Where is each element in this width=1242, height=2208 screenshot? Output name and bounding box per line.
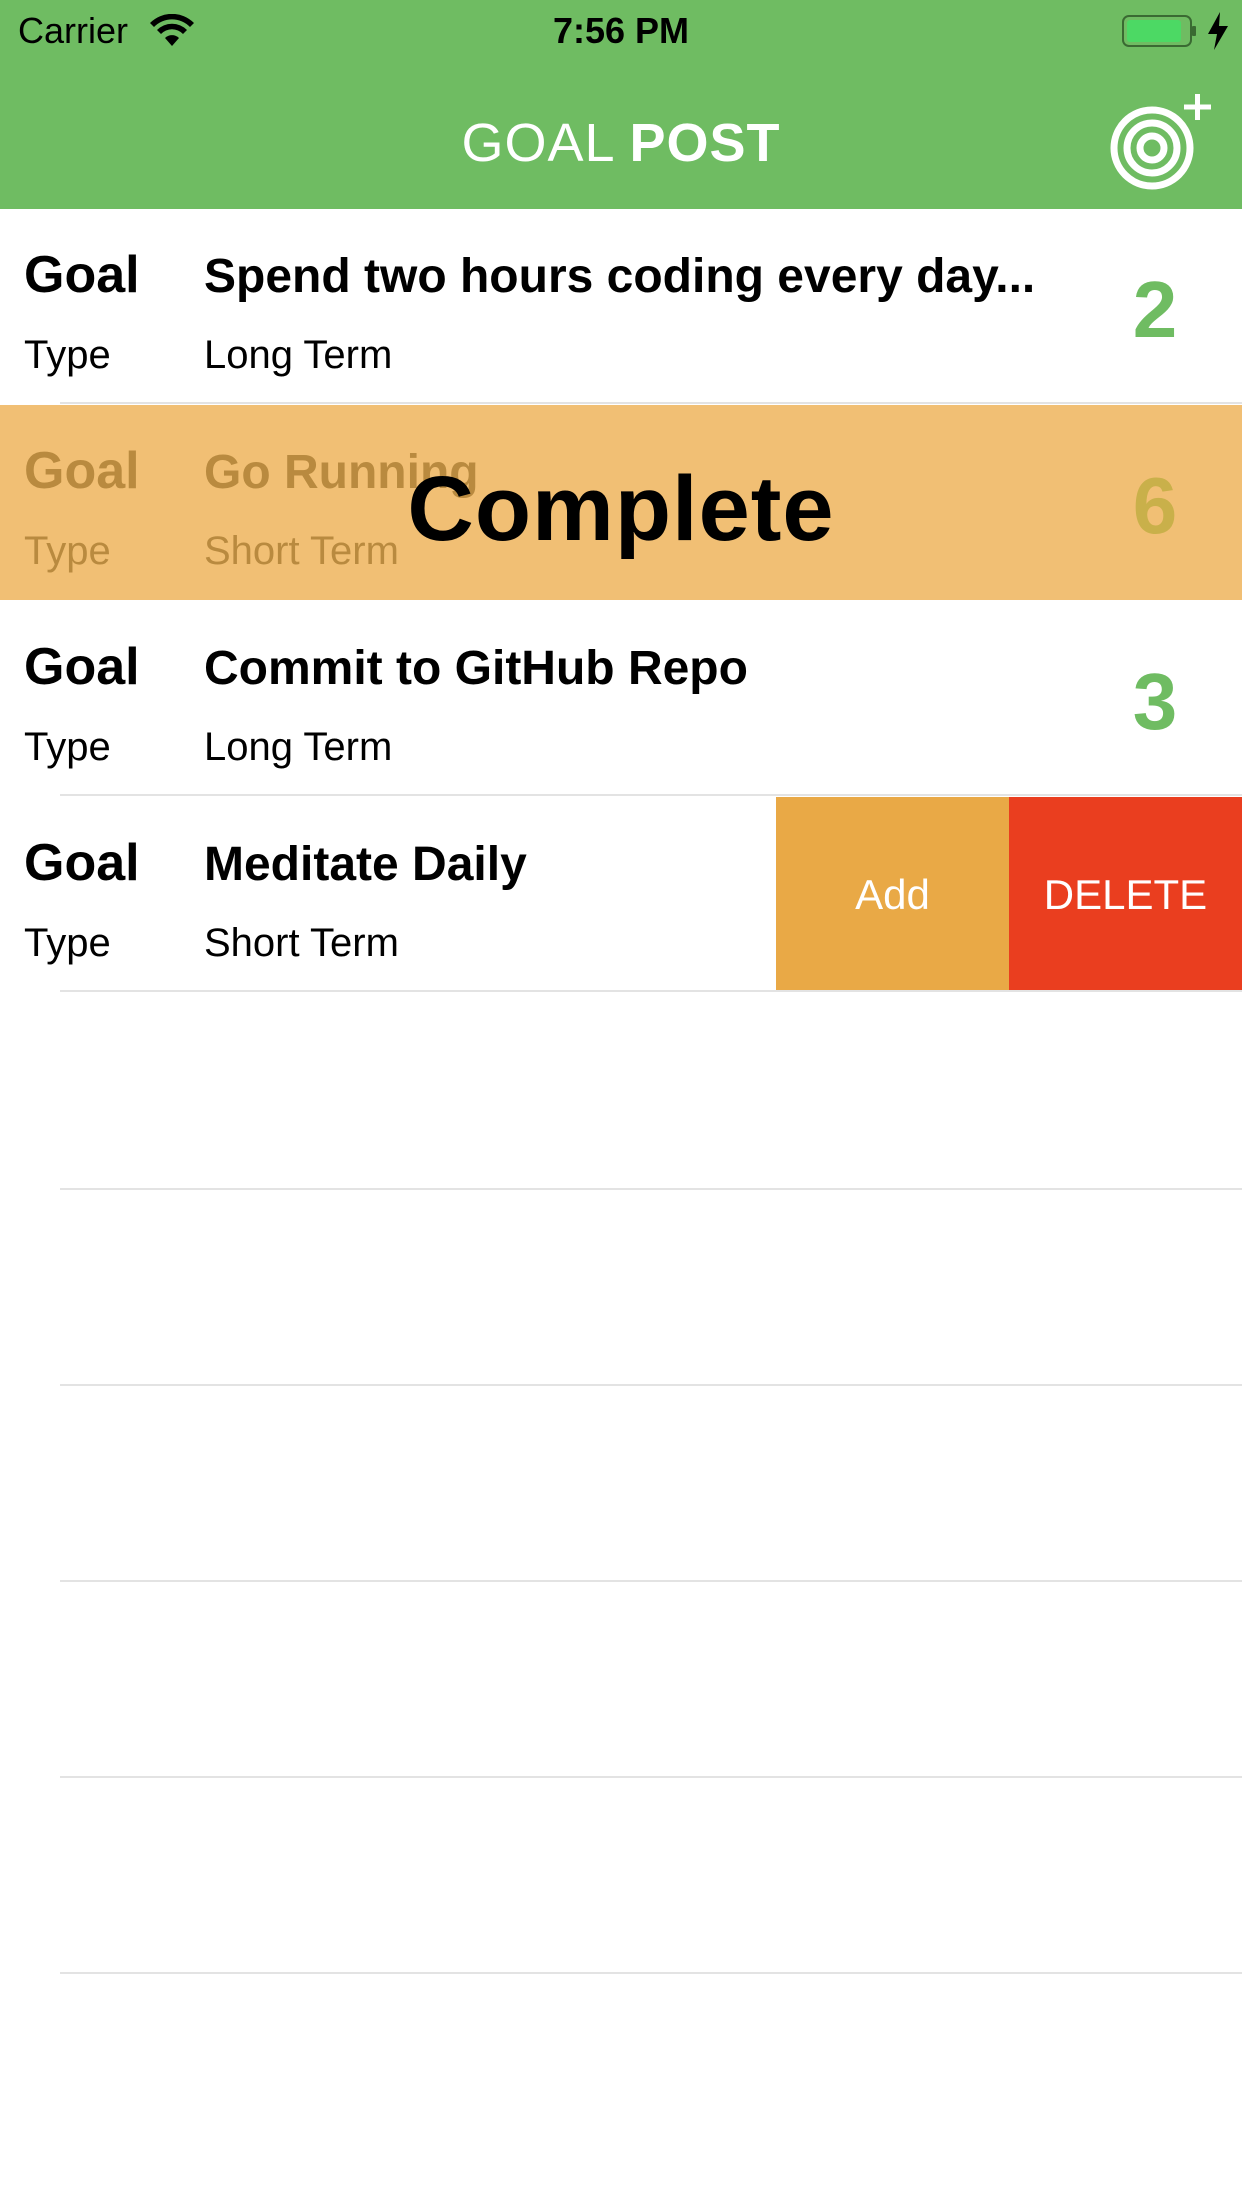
- row-divider: [60, 794, 1242, 796]
- goal-key-label: Goal: [24, 638, 140, 696]
- app-title-bold: POST: [629, 113, 781, 173]
- goal-title: Commit to GitHub Repo: [204, 642, 748, 695]
- row-divider: [60, 402, 1242, 404]
- complete-overlay-label: Complete: [407, 458, 835, 560]
- swipe-actions: Add DELETE: [776, 797, 1242, 992]
- type-key-label: Type: [24, 921, 111, 965]
- goal-type: Long Term: [204, 725, 393, 769]
- row-divider: [60, 990, 1242, 992]
- type-key-label: Type: [24, 725, 111, 769]
- empty-row-divider: [60, 1972, 1242, 1974]
- goal-row-swiped[interactable]: Goal Meditate Daily Type Short Term Add …: [0, 797, 1242, 992]
- goal-title: Spend two hours coding every day...: [204, 250, 1036, 303]
- goal-progress: 3: [1132, 657, 1178, 746]
- goal-progress: 2: [1132, 265, 1178, 354]
- empty-row-divider: [60, 1384, 1242, 1386]
- goal-row-completed[interactable]: Goal Go Running Type Short Term 6 Comple…: [0, 405, 1242, 600]
- goal-row[interactable]: Goal Commit to GitHub Repo Type Long Ter…: [0, 601, 1242, 796]
- goal-type: Long Term: [204, 333, 393, 377]
- battery-icon: [1122, 15, 1196, 47]
- empty-row-divider: [60, 1188, 1242, 1190]
- app-title-light: GOAL: [461, 113, 630, 173]
- empty-row-divider: [60, 1776, 1242, 1778]
- status-time: 7:56 PM: [552, 10, 690, 51]
- empty-row-divider: [60, 1580, 1242, 1582]
- delete-goal-button[interactable]: DELETE: [1009, 797, 1242, 992]
- goal-key-label: Goal: [24, 246, 140, 304]
- goal-row[interactable]: Goal Spend two hours coding every day...…: [0, 209, 1242, 404]
- app-title: GOAL POST: [0, 112, 1242, 174]
- status-bar: Carrier 7:56 PM: [0, 0, 1242, 62]
- nav-header: Carrier 7:56 PM GOAL POST: [0, 0, 1242, 209]
- goal-title: Meditate Daily: [204, 838, 527, 891]
- goal-type: Short Term: [204, 921, 399, 965]
- type-key-label: Type: [24, 333, 111, 377]
- add-progress-button[interactable]: Add: [776, 797, 1009, 992]
- target-plus-icon[interactable]: [1110, 92, 1220, 192]
- charging-bolt-icon: [1208, 12, 1228, 50]
- goal-post-screen: Carrier 7:56 PM GOAL POST Goal Spend two…: [0, 0, 1242, 2208]
- goal-key-label: Goal: [24, 834, 140, 892]
